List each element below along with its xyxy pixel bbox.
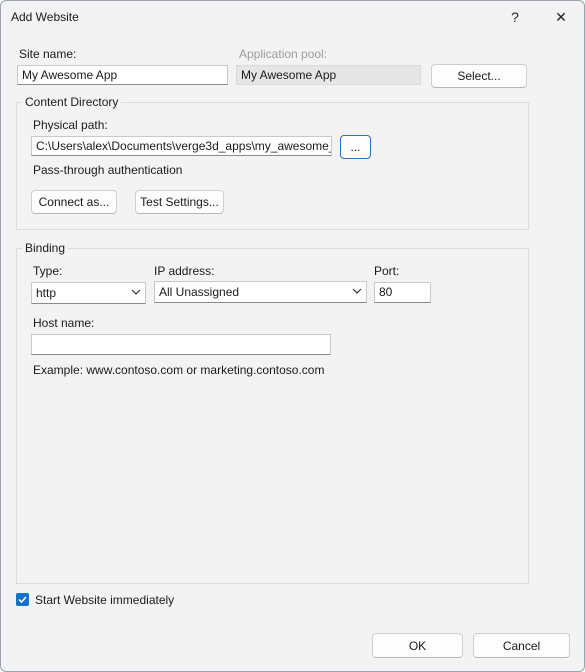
port-label: Port: — [374, 264, 400, 278]
chevron-down-icon — [131, 289, 141, 295]
close-icon: ✕ — [555, 8, 567, 25]
app-pool-label: Application pool: — [239, 47, 328, 61]
content-directory-title: Content Directory — [22, 95, 122, 109]
ok-button[interactable]: OK — [372, 633, 463, 658]
binding-title: Binding — [22, 241, 69, 255]
title-bar: Add Website ? ✕ — [1, 1, 584, 33]
type-select-value: http — [36, 286, 57, 300]
type-label: Type: — [33, 264, 63, 278]
checkmark-icon — [18, 596, 27, 604]
close-button[interactable]: ✕ — [544, 5, 578, 29]
physical-path-input[interactable]: C:\Users\alex\Documents\verge3d_apps\my_… — [31, 136, 332, 156]
help-button[interactable]: ? — [498, 5, 532, 29]
cancel-button[interactable]: Cancel — [473, 633, 570, 658]
browse-button[interactable]: ... — [340, 135, 371, 159]
port-input[interactable]: 80 — [374, 282, 431, 303]
test-settings-button[interactable]: Test Settings... — [135, 190, 224, 214]
help-icon: ? — [511, 9, 519, 25]
start-website-label: Start Website immediately — [35, 593, 175, 607]
dialog-title: Add Website — [11, 10, 79, 24]
app-pool-field: My Awesome App — [236, 65, 421, 85]
select-app-pool-button[interactable]: Select... — [431, 64, 527, 88]
host-name-label: Host name: — [33, 316, 95, 330]
physical-path-label: Physical path: — [33, 118, 108, 132]
ip-address-select-value: All Unassigned — [159, 285, 240, 299]
start-website-checkbox[interactable] — [16, 593, 29, 606]
pass-through-auth-text: Pass-through authentication — [33, 163, 183, 177]
connect-as-button[interactable]: Connect as... — [31, 190, 117, 214]
site-name-input[interactable]: My Awesome App — [17, 65, 228, 85]
site-name-label: Site name: — [19, 47, 77, 61]
ip-address-label: IP address: — [154, 264, 215, 278]
ip-address-select[interactable]: All Unassigned — [154, 281, 367, 303]
host-name-example: Example: www.contoso.com or marketing.co… — [33, 363, 325, 377]
type-select[interactable]: http — [31, 282, 146, 304]
chevron-down-icon — [352, 288, 362, 294]
add-website-dialog: Add Website ? ✕ Site name: My Awesome Ap… — [0, 0, 585, 672]
host-name-input[interactable] — [31, 334, 331, 355]
